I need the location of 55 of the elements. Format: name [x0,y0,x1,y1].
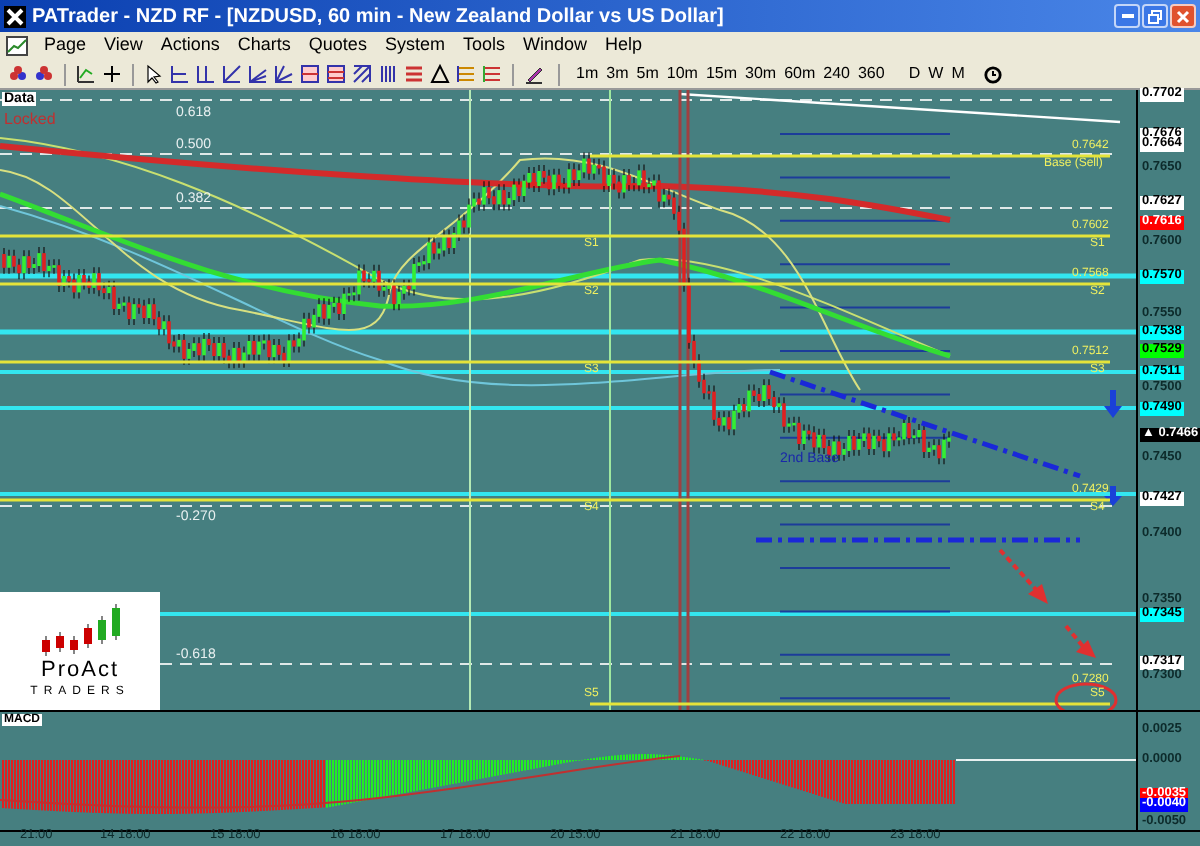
down-arrow-icon [1104,486,1122,506]
line-tool-icon[interactable] [170,64,190,84]
levels-tool-icon[interactable] [456,64,476,84]
grid-tool-icon[interactable] [352,64,372,84]
arrow-drawing [998,548,1096,658]
chart-icon [6,36,28,56]
window-title: PATrader - NZD RF - [NZDUSD, 60 min - New Zealand Dollar vs US Dollar] [32,3,724,31]
crosshair-icon[interactable] [102,64,122,84]
close-icon [1176,9,1190,23]
pen-icon[interactable] [524,64,544,84]
maximize-button[interactable] [1142,4,1168,28]
levels-tool-icon[interactable] [326,64,346,84]
menu-item[interactable]: Help [605,32,643,60]
dots-icon[interactable] [34,64,54,84]
menu-item[interactable]: Page [44,32,87,60]
timeframe-button[interactable]: 30m [743,66,779,82]
menu-item[interactable]: Window [522,32,587,60]
levels-tool-icon[interactable] [482,64,502,84]
timeframe-button[interactable]: 1m [574,66,601,82]
timeframe-button[interactable]: 10m [664,66,700,82]
app-icon [4,5,26,27]
timeframe-button[interactable]: M [949,66,967,82]
fan-tool-icon[interactable] [248,64,268,84]
minimize-button[interactable] [1114,4,1140,28]
menu-item[interactable]: Actions [160,32,220,60]
timeframe-button[interactable]: 5m [634,66,661,82]
menu-item[interactable]: Tools [462,32,505,60]
minimize-icon [1121,14,1133,18]
pointer-icon[interactable] [144,64,164,84]
fan-tool-icon[interactable] [274,64,294,84]
triangle-tool-icon[interactable] [430,64,450,84]
bars-tool-icon[interactable] [378,64,398,84]
logo-name: ProAct [40,660,119,682]
timeframe-button[interactable]: 60m [782,66,818,82]
status-label: Locked [4,112,56,128]
timeframe-button[interactable]: 360 [855,66,887,82]
timeframe-button[interactable]: 15m [703,66,739,82]
chart-icon[interactable] [76,64,96,84]
clock-icon[interactable] [984,65,1003,83]
restore-icon [1148,9,1162,23]
menu-item[interactable]: View [104,32,143,60]
timeframe-button[interactable]: W [926,66,946,82]
menu-item[interactable]: Charts [237,32,291,60]
menu-item[interactable]: Quotes [308,32,367,60]
levels-tool-icon[interactable] [404,64,424,84]
line-tool-icon[interactable] [196,64,216,84]
down-arrow-icon [1104,390,1122,418]
menu-item[interactable]: System [384,32,445,60]
dots-icon[interactable] [8,64,28,84]
close-button[interactable] [1170,4,1196,28]
timeframe-button[interactable]: 240 [821,66,852,82]
line-tool-icon[interactable] [222,64,242,84]
timeframe-button[interactable]: D [906,66,923,82]
levels-tool-icon[interactable] [300,64,320,84]
timeframe-button[interactable]: 3m [604,66,631,82]
